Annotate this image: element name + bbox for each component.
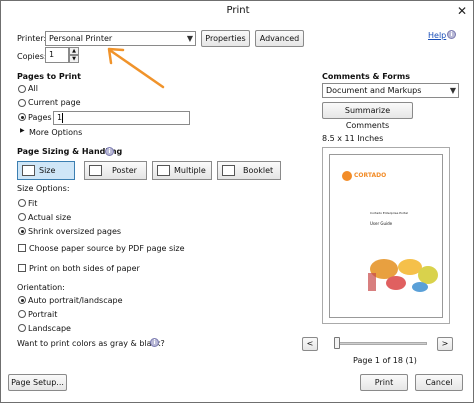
actual-size-label: Actual size — [28, 213, 72, 222]
copies-value: 1 — [49, 50, 55, 59]
next-page-button[interactable]: > — [437, 337, 453, 351]
paper-source-label: Choose paper source by PDF page size — [29, 244, 185, 253]
booklet-button-label: Booklet — [243, 166, 274, 175]
preview-page: CORTADO Cortado Enterprise Portal User G… — [329, 154, 443, 318]
fit-label: Fit — [28, 199, 38, 208]
booklet-button[interactable]: Booklet — [217, 161, 281, 180]
prev-page-button[interactable]: < — [302, 337, 318, 351]
preview-world-map-icon — [366, 253, 440, 295]
close-icon[interactable]: ✕ — [453, 3, 471, 19]
booklet-icon — [222, 165, 235, 176]
landscape-radio[interactable] — [18, 324, 26, 332]
more-options-label[interactable]: More Options — [29, 128, 82, 137]
both-sides-label: Print on both sides of paper — [29, 264, 140, 273]
copies-stepper[interactable]: 1 — [45, 47, 69, 63]
poster-button[interactable]: Poster — [84, 161, 147, 180]
annotation-arrow-icon — [107, 47, 165, 89]
size-button[interactable]: Size — [17, 161, 75, 180]
multiple-button-label: Multiple — [174, 166, 206, 175]
gray-print-label: Want to print colors as gray & black? — [17, 339, 165, 348]
landscape-label: Landscape — [28, 324, 71, 333]
shrink-oversized-radio[interactable] — [18, 227, 26, 235]
poster-icon — [89, 165, 102, 176]
current-page-label: Current page — [28, 98, 81, 107]
expand-arrow-icon[interactable]: ▶ — [20, 127, 25, 134]
page-slider-thumb[interactable] — [334, 337, 340, 349]
comments-forms-select[interactable]: Document and Markups ▼ — [322, 83, 459, 98]
comments-forms-heading: Comments & Forms — [322, 72, 410, 81]
copies-label: Copies: — [17, 52, 47, 61]
size-options-label: Size Options: — [17, 184, 70, 193]
text-cursor — [62, 113, 63, 123]
gray-print-info-icon[interactable]: i — [150, 338, 159, 347]
portrait-radio[interactable] — [18, 310, 26, 318]
orientation-heading: Orientation: — [17, 283, 65, 292]
window-title: Print — [226, 5, 250, 16]
comments-forms-value: Document and Markups — [326, 86, 422, 95]
portrait-label: Portrait — [28, 310, 58, 319]
printer-label: Printer: — [17, 34, 47, 43]
print-button[interactable]: Print — [360, 374, 408, 391]
help-link[interactable]: Help — [428, 31, 446, 40]
copies-down-icon[interactable]: ▼ — [69, 55, 79, 63]
current-page-radio[interactable] — [18, 99, 26, 107]
page-setup-button[interactable]: Page Setup... — [8, 374, 67, 391]
print-preview: CORTADO Cortado Enterprise Portal User G… — [322, 147, 450, 324]
size-icon — [22, 165, 35, 176]
paper-source-checkbox[interactable] — [18, 244, 26, 252]
pages-range-radio[interactable] — [18, 113, 26, 121]
chevron-down-icon: ▼ — [449, 86, 456, 95]
print-dialog: Print ✕ Printer: Personal Printer ▼ Prop… — [0, 0, 474, 403]
page-sizing-info-icon[interactable]: i — [105, 147, 114, 156]
preview-doc-subtitle: User Guide — [370, 221, 393, 226]
preview-doc-title: Cortado Enterprise Portal — [370, 211, 408, 215]
preview-logo-text: CORTADO — [354, 172, 387, 179]
pages-all-label: All — [28, 84, 38, 93]
size-button-label: Size — [39, 166, 56, 175]
pages-range-input[interactable]: 1 — [53, 111, 190, 125]
multiple-button[interactable]: Multiple — [152, 161, 212, 180]
copies-up-icon[interactable]: ▲ — [69, 47, 79, 55]
multiple-icon — [157, 165, 170, 176]
summarize-comments-button[interactable]: Summarize Comments — [322, 102, 413, 130]
pages-to-print-heading: Pages to Print — [17, 72, 81, 81]
pages-range-label: Pages — [28, 113, 52, 122]
page-indicator: Page 1 of 18 (1) — [353, 356, 417, 365]
chevron-down-icon: ▼ — [186, 34, 193, 43]
shrink-oversized-label: Shrink oversized pages — [28, 227, 122, 236]
pages-all-radio[interactable] — [18, 85, 26, 93]
paper-size-label: 8.5 x 11 Inches — [322, 134, 384, 143]
fit-radio[interactable] — [18, 199, 26, 207]
advanced-button[interactable]: Advanced — [255, 30, 304, 47]
auto-orientation-label: Auto portrait/landscape — [28, 296, 123, 305]
properties-button[interactable]: Properties — [201, 30, 250, 47]
help-icon[interactable]: i — [447, 30, 456, 39]
cortado-logo-icon — [342, 171, 352, 181]
both-sides-checkbox[interactable] — [18, 264, 26, 272]
poster-button-label: Poster — [112, 166, 137, 175]
actual-size-radio[interactable] — [18, 213, 26, 221]
cancel-button[interactable]: Cancel — [415, 374, 463, 391]
auto-orientation-radio[interactable] — [18, 296, 26, 304]
page-slider-track[interactable] — [335, 342, 427, 345]
title-bar: Print ✕ — [1, 1, 473, 21]
